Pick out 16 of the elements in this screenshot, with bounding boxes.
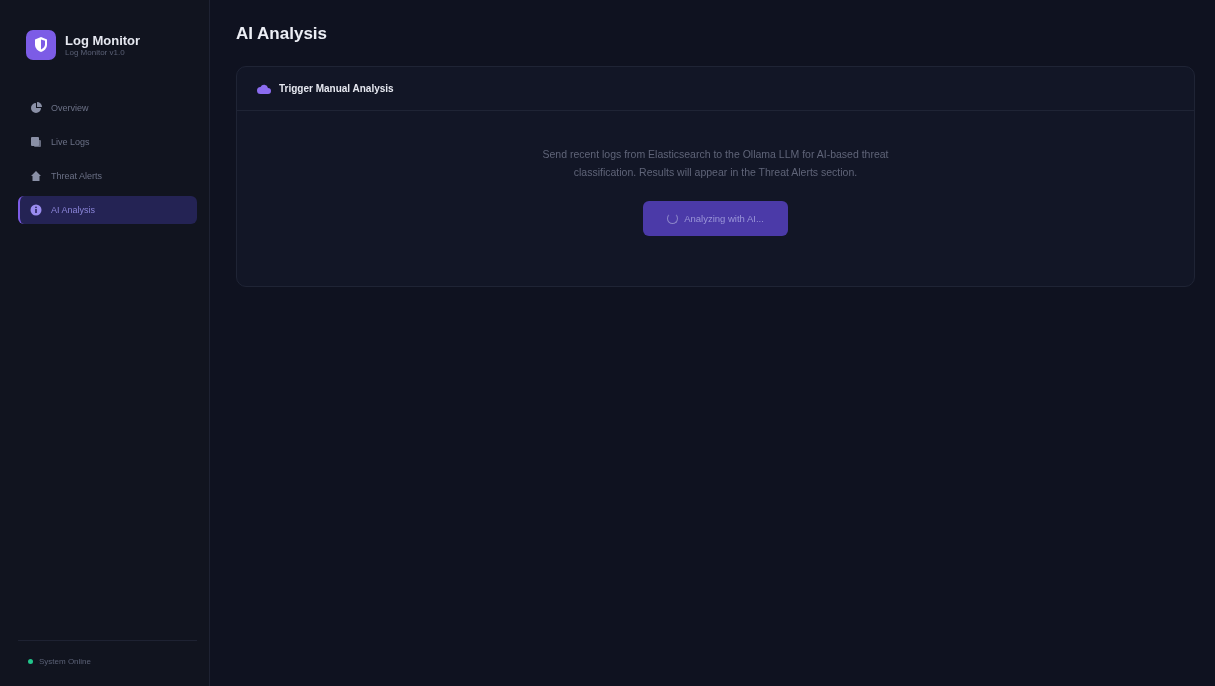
page-title: AI Analysis xyxy=(236,24,329,44)
nav-item[interactable]: AI Analysis xyxy=(18,196,197,224)
cloud-icon xyxy=(257,83,271,94)
nav-item[interactable]: Live Logs xyxy=(18,128,197,156)
shield-logo-icon xyxy=(26,30,56,60)
pie-chart-icon xyxy=(30,102,42,114)
nav-item[interactable]: Overview xyxy=(18,94,197,122)
card-title: Trigger Manual Analysis xyxy=(279,83,394,94)
status-label: System Online xyxy=(39,657,92,666)
app-title: Log Monitor xyxy=(65,33,141,48)
info-circle-icon xyxy=(30,204,42,216)
house-icon xyxy=(30,170,42,182)
app-version: Log Monitor v1.0 xyxy=(65,48,126,57)
document-icon xyxy=(30,136,42,148)
nav-item[interactable]: Threat Alerts xyxy=(18,162,197,190)
description-text: Send recent logs from Elasticsearch to the Ollama LLM for AI-based threat classification. Results will appear in the Threat Alerts section. xyxy=(541,147,890,180)
